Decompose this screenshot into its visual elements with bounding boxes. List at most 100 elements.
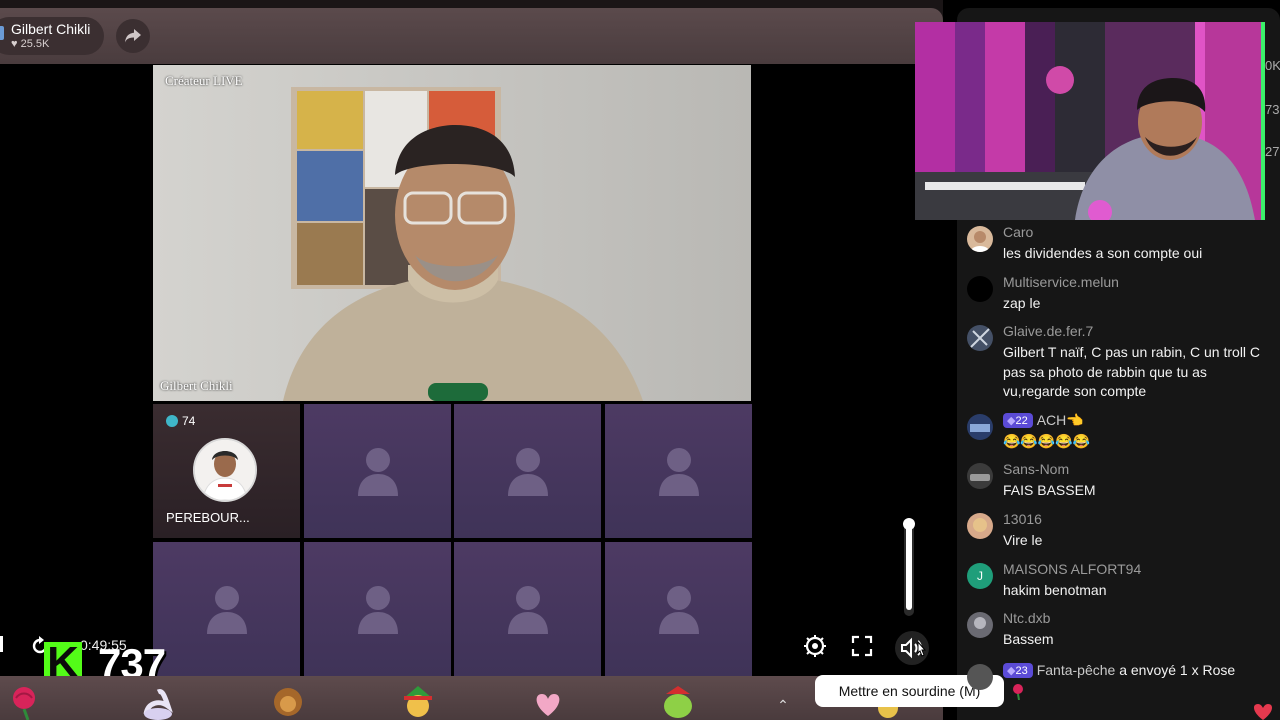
chat-username-text[interactable]: ACH👈 [1037,412,1084,428]
chat-text: 😂😂😂😂😂 [1003,433,1091,449]
gear-icon [804,635,826,657]
host-video-scene [153,65,751,401]
chat-message[interactable]: Glaive.de.fer.7 Gilbert T naïf, C pas un… [967,323,1267,403]
elf-gift-icon[interactable] [398,684,438,720]
user-placeholder-icon [357,448,398,496]
volume-slider-handle[interactable] [903,518,915,530]
host-video-name: Gilbert Chikli [160,378,233,393]
chevron-up-icon: ⌃ [777,696,789,713]
empty-seat[interactable] [605,542,752,676]
user-avatar[interactable] [967,226,993,252]
user-placeholder-icon [206,586,247,634]
empty-seat[interactable] [153,542,300,676]
gift-action-text: a envoyé 1 x Rose [1119,662,1236,678]
user-avatar[interactable] [967,664,993,690]
subscriber-badge: ◆23 [1003,663,1033,678]
avatar-letter: J [977,569,983,583]
user-placeholder-icon [658,448,699,496]
chat-username[interactable]: Sans-Nom [1003,461,1069,477]
swan-gift-icon[interactable] [138,684,178,720]
share-button[interactable] [116,19,150,53]
user-placeholder-icon [658,586,699,634]
chat-message[interactable]: ◆22 ACH👈 😂😂😂😂😂 [967,412,1267,456]
guest-seat[interactable]: 74 PEREBOUR... [153,404,300,538]
chat-text: zap le [1003,295,1041,311]
user-avatar[interactable] [967,463,993,489]
user-avatar-image [973,518,987,532]
streamer-cam[interactable] [915,22,1265,220]
chat-message[interactable]: J MAISONS ALFORT94 hakim benotman [967,561,1267,605]
empty-seat[interactable] [304,542,451,676]
guest-avatar-image [195,440,255,500]
user-avatar[interactable]: J [967,563,993,589]
host-likes-count: 25.5K [20,38,50,50]
chat-username[interactable]: MAISONS ALFORT94 [1003,561,1141,577]
mouse-cursor-icon [917,640,927,657]
guest-name: PEREBOUR... [166,510,250,525]
fullscreen-button[interactable] [847,631,877,661]
chat-username[interactable]: Caro [1003,224,1033,240]
guest-avatar[interactable] [193,438,257,502]
like-heart-icon[interactable] [1250,704,1276,720]
user-avatar[interactable] [967,414,993,440]
chat-text: Gilbert T naïf, C pas un rabin, C un tro… [1003,344,1261,399]
chat-message[interactable]: Caro les dividendes a son compte oui [967,224,1267,268]
chat-username[interactable]: Glaive.de.fer.7 [1003,323,1093,339]
chat-text: les dividendes a son compte oui [1003,245,1203,261]
user-avatar[interactable] [967,325,993,351]
user-avatar[interactable] [967,513,993,539]
expand-gifts-button[interactable]: ⌃ [768,692,798,718]
chat-text: hakim benotman [1003,582,1107,598]
lion-gift-icon[interactable] [268,684,308,720]
dino-gift-icon[interactable] [658,684,698,720]
subscriber-badge: ◆22 [1003,413,1033,428]
chat-message[interactable]: Multiservice.melun zap le [967,274,1267,318]
badge-level: 23 [1015,665,1028,677]
chat-username-text[interactable]: Fanta-pêche [1037,662,1116,678]
empty-seat[interactable] [454,404,601,538]
chat-message[interactable]: ◆23 Fanta-pêche a envoyé 1 x Rose [967,662,1267,706]
user-avatar-image [970,328,990,348]
volume-slider-fill [906,524,912,610]
play-indicator[interactable] [0,636,3,652]
rose-gift-icon[interactable] [6,684,46,720]
empty-seat[interactable] [304,404,451,538]
host-likes: ♥ 25.5K [11,38,49,50]
badge-level: 22 [1015,415,1028,427]
chat-username[interactable]: Ntc.dxb [1003,610,1050,626]
chat-message[interactable]: Ntc.dxb Bassem [967,610,1267,654]
fullscreen-icon [851,635,873,657]
chat-text: Bassem [1003,631,1054,647]
chat-message[interactable]: 13016 Vire le [967,511,1267,555]
empty-seat[interactable] [454,542,601,676]
heart-icon: ♥ [11,38,18,50]
user-avatar[interactable] [967,276,993,302]
rose-icon [1013,684,1023,700]
chat-username[interactable]: Multiservice.melun [1003,274,1119,290]
empty-seat[interactable] [605,404,752,538]
chat-username[interactable]: ◆22 ACH👈 [1003,412,1084,429]
host-video[interactable] [153,65,751,401]
chat-username[interactable]: 13016 [1003,511,1042,527]
user-avatar-image [970,231,990,252]
user-avatar[interactable] [967,612,993,638]
chat-message[interactable]: Sans-Nom FAIS BASSEM [967,461,1267,505]
streamer-cam-scene [915,22,1265,220]
chat-text: FAIS BASSEM [1003,482,1096,498]
user-placeholder-icon [507,586,548,634]
user-avatar-image [970,424,990,432]
chat-username[interactable]: ◆23 Fanta-pêche a envoyé 1 x Rose [1003,662,1235,678]
level-icon [166,415,178,427]
edge-number: 73 [1265,102,1280,117]
guest-level: 74 [182,414,196,428]
host-name[interactable]: Gilbert Chikli [11,21,90,37]
user-placeholder-icon [357,586,398,634]
heart-hands-gift-icon[interactable] [528,684,568,720]
share-icon [125,29,141,43]
user-avatar-image [970,474,990,481]
user-avatar-image [974,617,986,629]
edge-number: 0K [1265,58,1280,73]
host-avatar[interactable] [0,26,4,40]
edge-number: 27 [1265,144,1280,159]
settings-button[interactable] [800,631,830,661]
